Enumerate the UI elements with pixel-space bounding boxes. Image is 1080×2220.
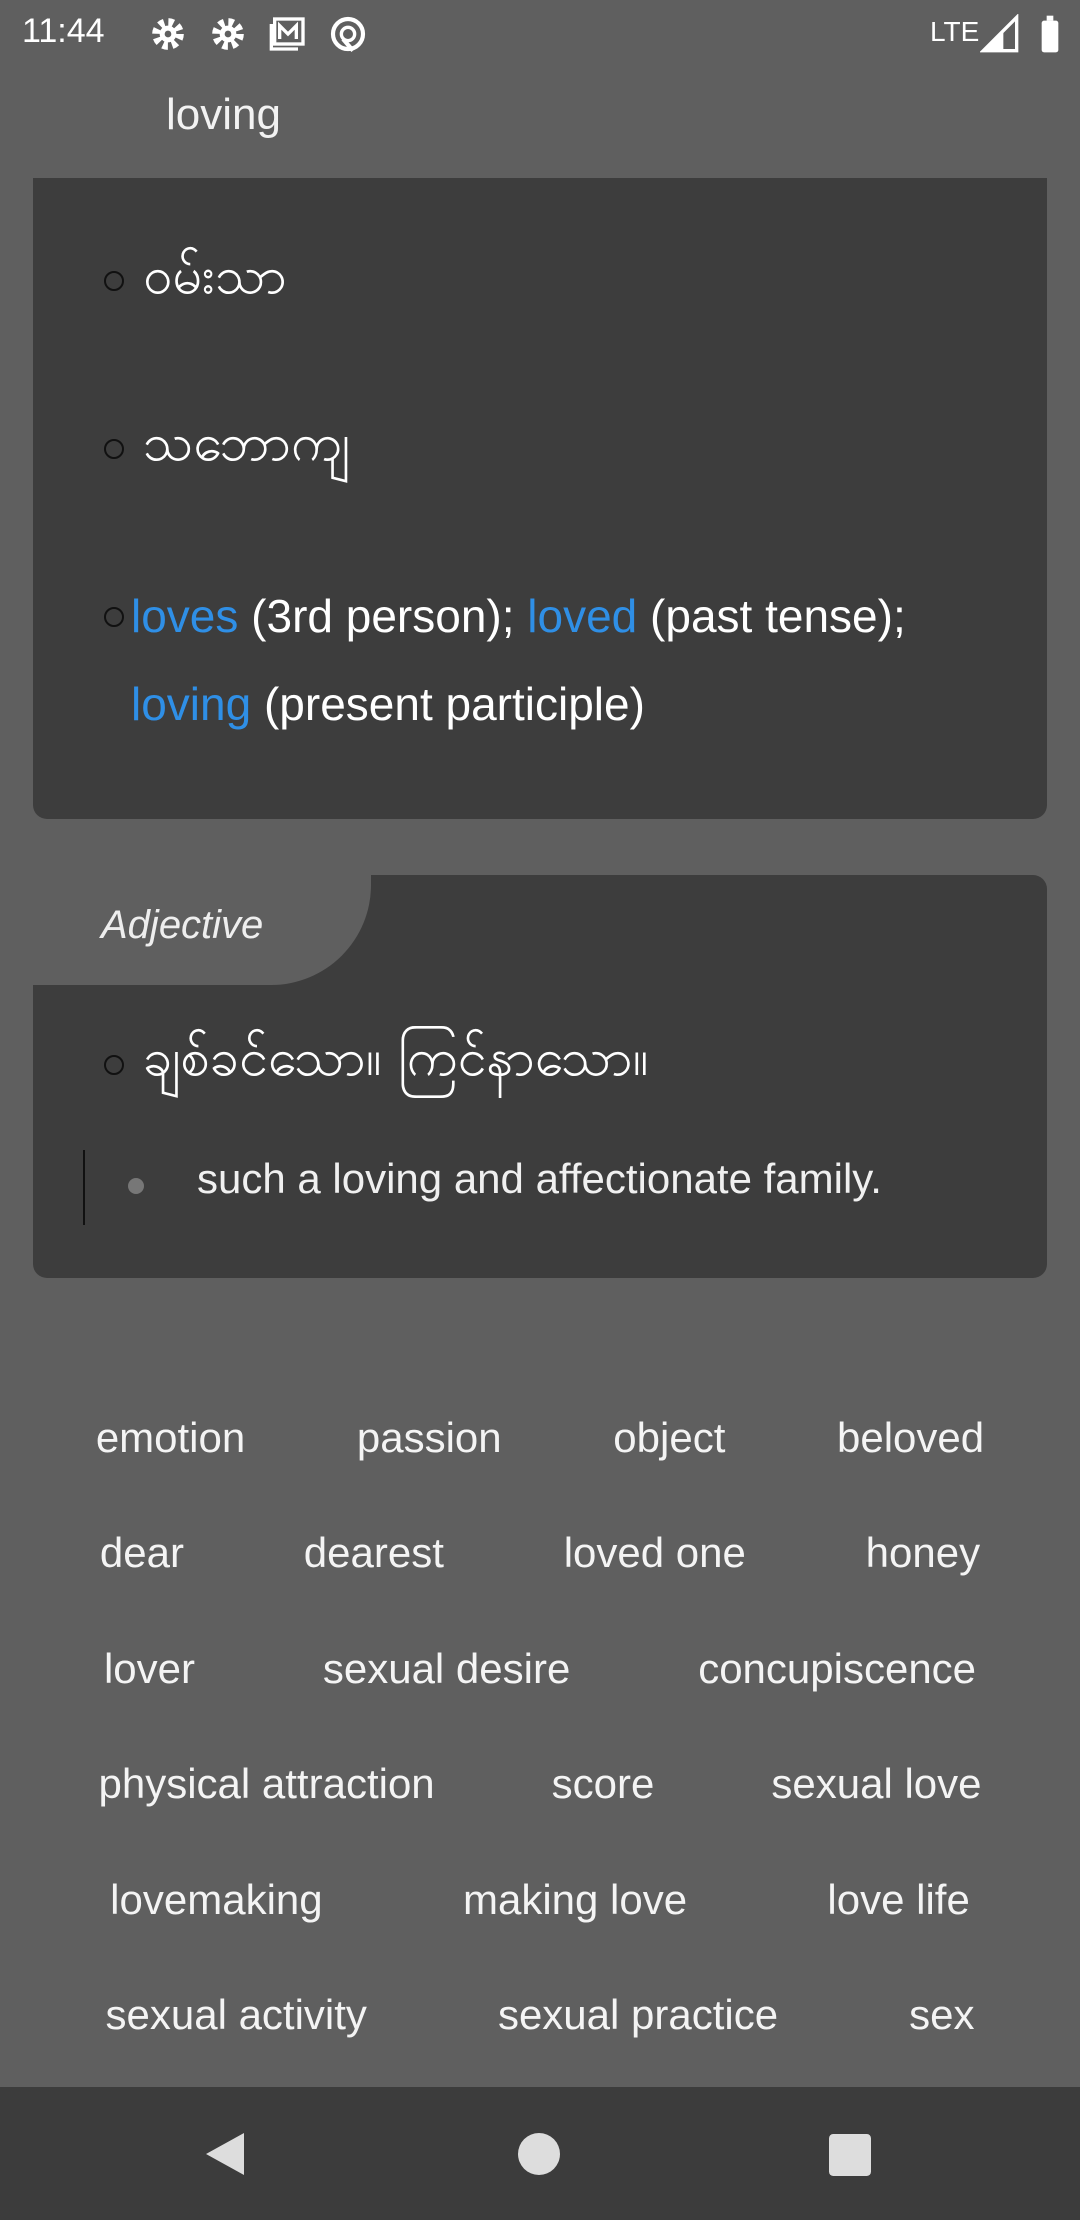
bullet-icon	[104, 607, 124, 627]
related-words: emotion passion object beloved dear dearest lo…	[40, 1380, 1040, 2073]
related-word-chip[interactable]: emotion	[86, 1414, 255, 1462]
bullet-icon	[104, 271, 124, 291]
related-word-chip[interactable]: sexual desire	[313, 1645, 580, 1693]
assistant-icon	[330, 16, 366, 53]
related-word-chip[interactable]: sexual practice	[488, 1991, 788, 2039]
example-divider	[83, 1150, 85, 1225]
related-word-chip[interactable]: dearest	[294, 1529, 454, 1577]
related-row: emotion passion object beloved	[40, 1380, 1040, 1496]
back-icon[interactable]	[204, 2131, 248, 2177]
related-word-chip[interactable]: score	[542, 1760, 665, 1808]
form-link[interactable]: loving	[131, 678, 251, 730]
definition-item: ဝမ်းသာ	[143, 246, 287, 306]
related-word-chip[interactable]: sexual activity	[96, 1991, 377, 2039]
related-word-chip[interactable]: concupiscence	[688, 1645, 986, 1693]
part-of-speech: Adjective	[101, 903, 264, 947]
gear-icon	[152, 18, 184, 50]
related-word-chip[interactable]: passion	[347, 1414, 512, 1462]
example-dot-icon	[128, 1178, 144, 1194]
word-forms: loves (3rd person); loved (past tense); …	[131, 572, 1031, 748]
network-type: LTE	[930, 16, 980, 47]
related-word-chip[interactable]: sexual love	[761, 1760, 991, 1808]
bullet-icon	[104, 439, 124, 459]
related-word-chip[interactable]: loved one	[554, 1529, 756, 1577]
related-word-chip[interactable]: love life	[817, 1876, 979, 1924]
definition-item: ချစ်ခင်သော။ ကြင်နာသော။	[143, 1028, 649, 1088]
adjective-card: Adjective ချစ်ခင်သော။ ကြင်နာသော။ such a …	[33, 875, 1047, 1278]
related-word-chip[interactable]: making love	[453, 1876, 697, 1924]
related-word-chip[interactable]: sex	[899, 1991, 984, 2039]
related-word-chip[interactable]: lover	[94, 1645, 205, 1693]
related-word-chip[interactable]: beloved	[827, 1414, 994, 1462]
gmail-icon	[269, 17, 305, 51]
related-word-chip[interactable]: lovemaking	[100, 1876, 332, 1924]
related-row: lover sexual desire concupiscence	[40, 1611, 1040, 1727]
gear-icon	[212, 18, 244, 50]
home-icon[interactable]	[518, 2133, 560, 2175]
definition-card: ဝမ်းသာ သဘောကျ loves (3rd person); loved …	[33, 178, 1047, 819]
recents-icon[interactable]	[829, 2134, 871, 2176]
related-word-chip[interactable]: physical attraction	[89, 1760, 445, 1808]
example-sentence: such a loving and affectionate family.	[197, 1155, 882, 1202]
bullet-icon	[104, 1055, 124, 1075]
part-of-speech-tab: Adjective	[33, 875, 371, 985]
word-title: loving	[166, 90, 281, 139]
signal-icon	[980, 14, 1019, 53]
related-row: physical attraction score sexual love	[40, 1727, 1040, 1843]
battery-icon	[1041, 15, 1059, 53]
form-note: (past tense);	[637, 590, 906, 642]
form-link[interactable]: loves	[131, 590, 238, 642]
related-row: lovemaking making love love life	[40, 1842, 1040, 1958]
form-note: (3rd person);	[238, 590, 528, 642]
related-row: sexual activity sexual practice sex	[40, 1958, 1040, 2074]
related-row: dear dearest loved one honey	[40, 1496, 1040, 1612]
form-note: (present participle)	[251, 678, 645, 730]
clock: 11:44	[22, 12, 105, 50]
related-word-chip[interactable]: dear	[90, 1529, 194, 1577]
status-bar: 11:44 LTE	[0, 0, 1080, 68]
navigation-bar	[0, 2087, 1080, 2220]
form-link[interactable]: loved	[527, 590, 637, 642]
related-word-chip[interactable]: honey	[856, 1529, 990, 1577]
definition-item: သဘောကျ	[143, 413, 351, 473]
related-word-chip[interactable]: object	[603, 1414, 735, 1462]
